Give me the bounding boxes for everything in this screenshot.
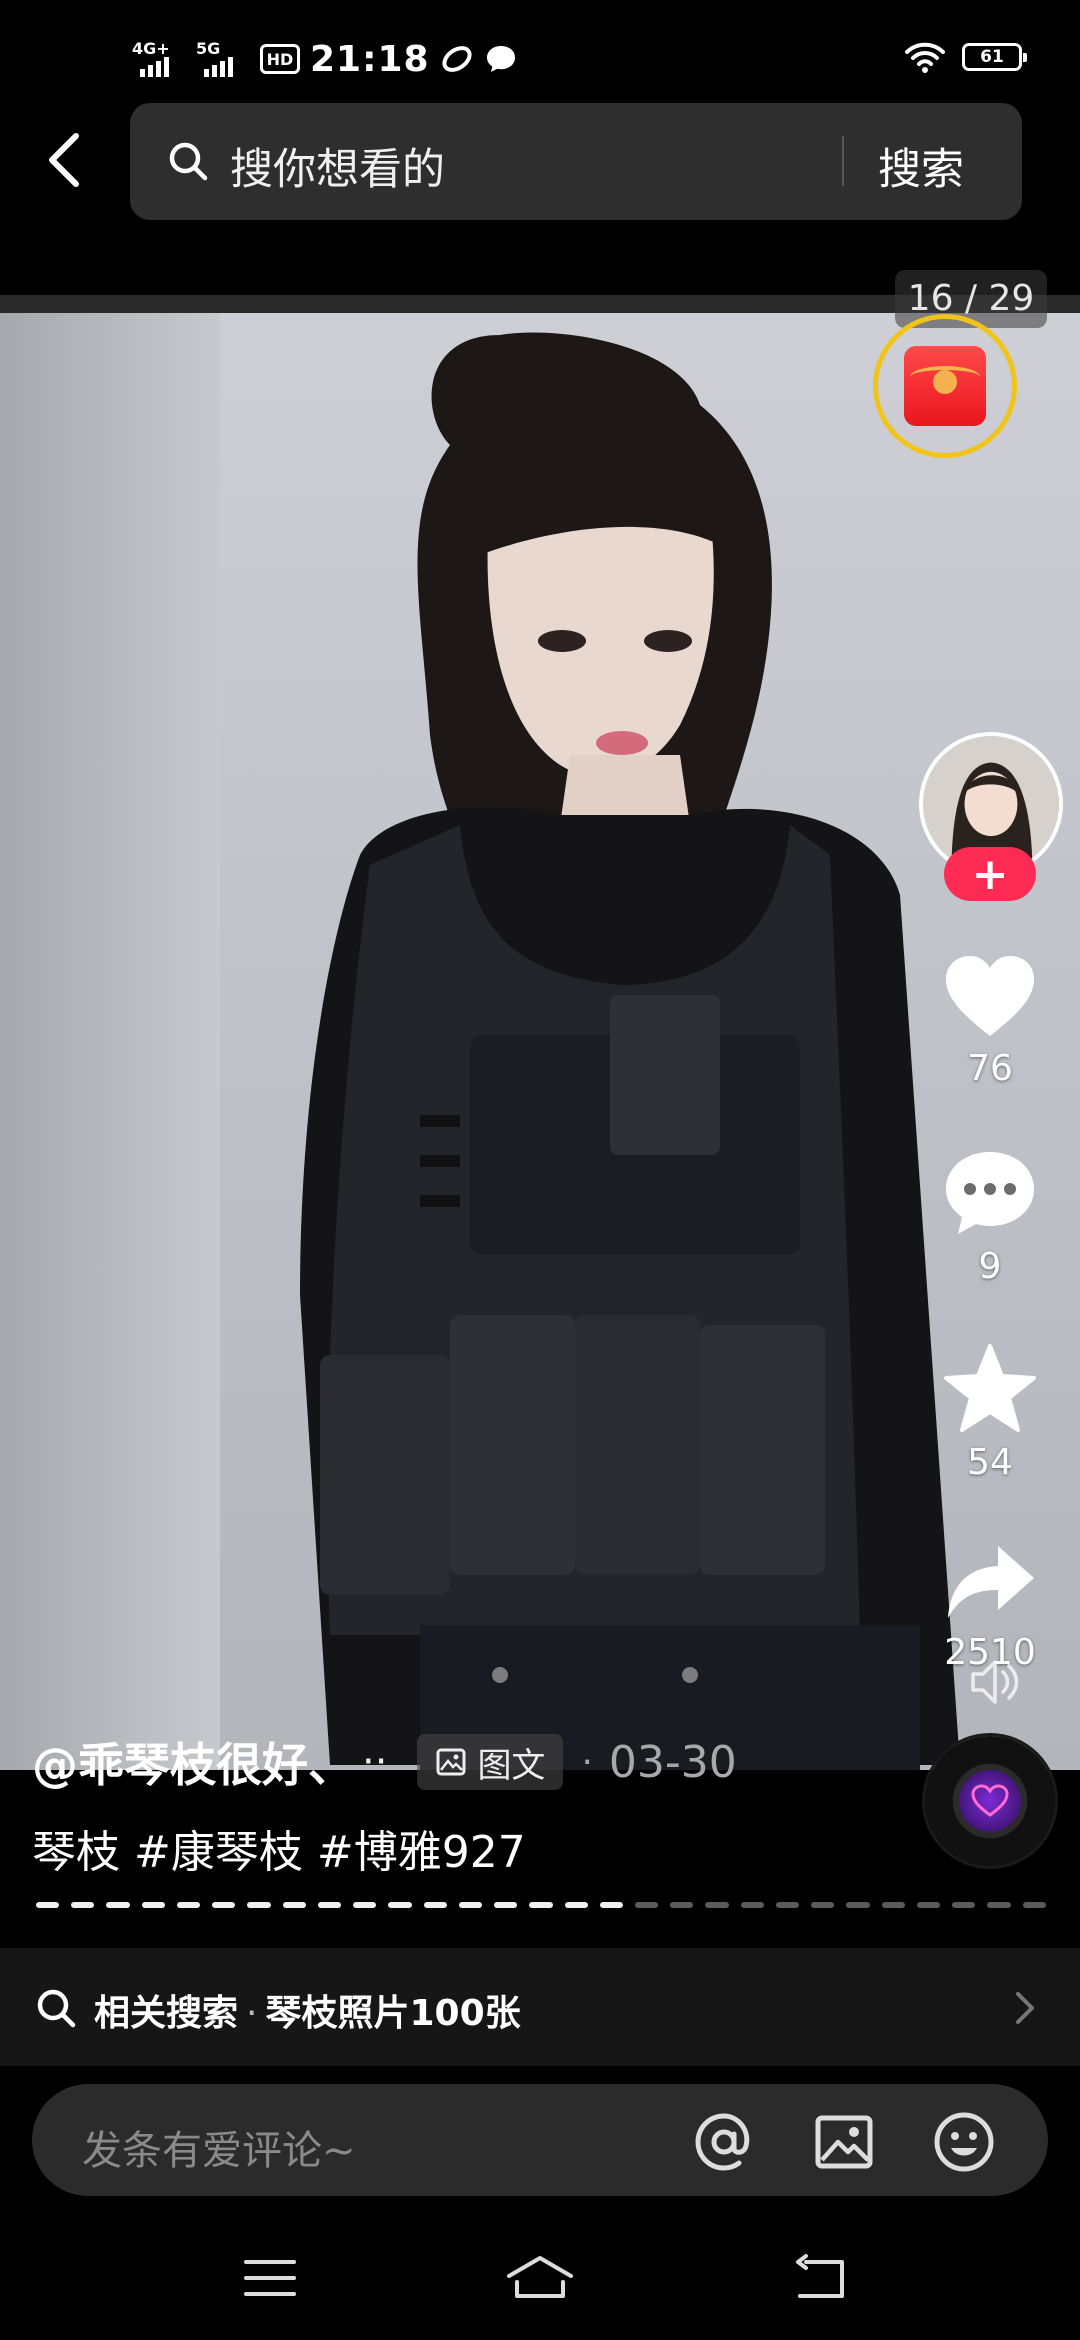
search-icon [169, 142, 208, 181]
progress-segment [423, 1902, 447, 1908]
progress-segment [987, 1902, 1011, 1908]
emoji-icon[interactable] [932, 2110, 996, 2174]
progress-segment [529, 1902, 553, 1908]
progress-segment [176, 1902, 201, 1908]
message-notification-icon [486, 46, 515, 72]
related-search-query: 琴枝照片100张 [265, 1993, 521, 2034]
signal-icon-sim1: 4G+ [132, 39, 186, 79]
wifi-icon [905, 42, 945, 73]
comment-input[interactable]: 发条有爱评论~ [82, 2118, 356, 2176]
like-count: 76 [967, 1048, 1013, 1089]
volume-icon[interactable] [965, 1652, 1025, 1712]
post-type-label: 图文 [477, 1745, 546, 1786]
image-picker-icon[interactable] [812, 2110, 876, 2174]
progress-segment [71, 1902, 95, 1908]
post-date: 03-30 [608, 1736, 737, 1788]
progress-segment [599, 1902, 623, 1908]
battery-icon: 61 [962, 43, 1027, 71]
sim2-network-label: 5G [196, 39, 221, 58]
post-type-tag: 图文 [417, 1734, 564, 1790]
music-disc[interactable] [925, 1736, 1055, 1866]
comment-count: 9 [978, 1246, 1002, 1287]
follow-button[interactable]: + [944, 847, 1036, 901]
hd-voice-icon: HD [260, 44, 300, 74]
progress-segment [494, 1902, 518, 1908]
post-description[interactable]: 琴枝 #康琴枝 #博雅927 [32, 1816, 526, 1880]
search-input[interactable]: 搜你想看的 [230, 135, 445, 197]
progress-segment [282, 1902, 306, 1908]
search-bar[interactable]: 搜你想看的 搜索 [130, 103, 1022, 220]
signal-icon-sim2: 5G [196, 39, 250, 79]
sim1-network-label: 4G+ [132, 39, 170, 58]
meta-separator: · [581, 1741, 593, 1783]
progress-segment [846, 1902, 870, 1908]
progress-segment [775, 1902, 800, 1908]
image-icon [436, 1748, 466, 1776]
favorite-action[interactable]: 54 [935, 1342, 1045, 1483]
favorite-count: 54 [967, 1442, 1013, 1483]
related-search-prefix: 相关搜索 [94, 1993, 239, 2034]
status-bar-right: 61 [904, 40, 1027, 74]
progress-segment [212, 1902, 236, 1908]
author-more: ·· [362, 1739, 388, 1785]
share-arrow-icon [948, 1546, 1034, 1618]
comment-bubble-icon [946, 1152, 1034, 1234]
progress-segment [952, 1902, 976, 1908]
battery-level: 61 [980, 47, 1004, 67]
system-nav-bar [0, 2220, 1080, 2340]
related-search-text: 相关搜索 · 琴枝照片100张 [94, 1984, 521, 2036]
heart-outline-icon [971, 1784, 1009, 1817]
related-search-bar[interactable]: 相关搜索 · 琴枝照片100张 [0, 1948, 1080, 2066]
progress-segment [458, 1902, 483, 1908]
progress-segment [564, 1902, 588, 1908]
progress-segment [1022, 1902, 1046, 1908]
status-bar-left: 4G+ 5G HD 21:18 [132, 34, 518, 84]
progress-segment [811, 1902, 835, 1908]
star-icon [944, 1344, 1036, 1432]
progress-segment [36, 1902, 60, 1908]
search-button[interactable]: 搜索 [878, 135, 964, 197]
progress-segment [353, 1902, 377, 1908]
heart-icon [946, 956, 1034, 1036]
clock: 21:18 [310, 38, 430, 80]
red-packet-button[interactable] [873, 314, 1017, 458]
comment-action[interactable]: 9 [935, 1148, 1045, 1287]
progress-segment [634, 1902, 659, 1908]
progress-segment [317, 1902, 342, 1908]
progress-segment [881, 1902, 905, 1908]
menu-icon[interactable] [240, 2252, 300, 2304]
chevron-right-icon [1016, 1992, 1034, 2024]
progress-segment [740, 1902, 764, 1908]
back-nav-icon[interactable] [792, 2252, 852, 2304]
music-cover [959, 1770, 1021, 1832]
like-action[interactable]: 76 [935, 952, 1045, 1089]
leaf-app-icon [442, 46, 472, 72]
author-name[interactable]: @乖琴枝很好、 [32, 1729, 354, 1795]
mention-icon[interactable] [692, 2110, 756, 2174]
comment-input-bar[interactable]: 发条有爱评论~ [32, 2084, 1048, 2196]
progress-segment [388, 1902, 412, 1908]
back-arrow-icon[interactable] [36, 130, 96, 190]
post-meta-row: @乖琴枝很好、 ·· 图文 · 03-30 [32, 1730, 737, 1794]
progress-segment [141, 1902, 165, 1908]
search-divider [842, 136, 844, 186]
photo-subject-figure [300, 332, 960, 1770]
progress-segment [916, 1902, 941, 1908]
progress-segment [705, 1902, 729, 1908]
home-icon[interactable] [505, 2252, 575, 2304]
red-envelope-icon [904, 346, 986, 426]
post-photo[interactable] [0, 295, 1080, 1770]
progress-segment [247, 1902, 271, 1908]
progress-segment [670, 1902, 694, 1908]
gallery-progress [36, 1902, 1046, 1908]
related-separator: · [246, 1993, 258, 2034]
status-bar: 4G+ 5G HD 21:18 61 [0, 0, 1080, 100]
search-icon [37, 1989, 76, 2028]
progress-segment [106, 1902, 130, 1908]
